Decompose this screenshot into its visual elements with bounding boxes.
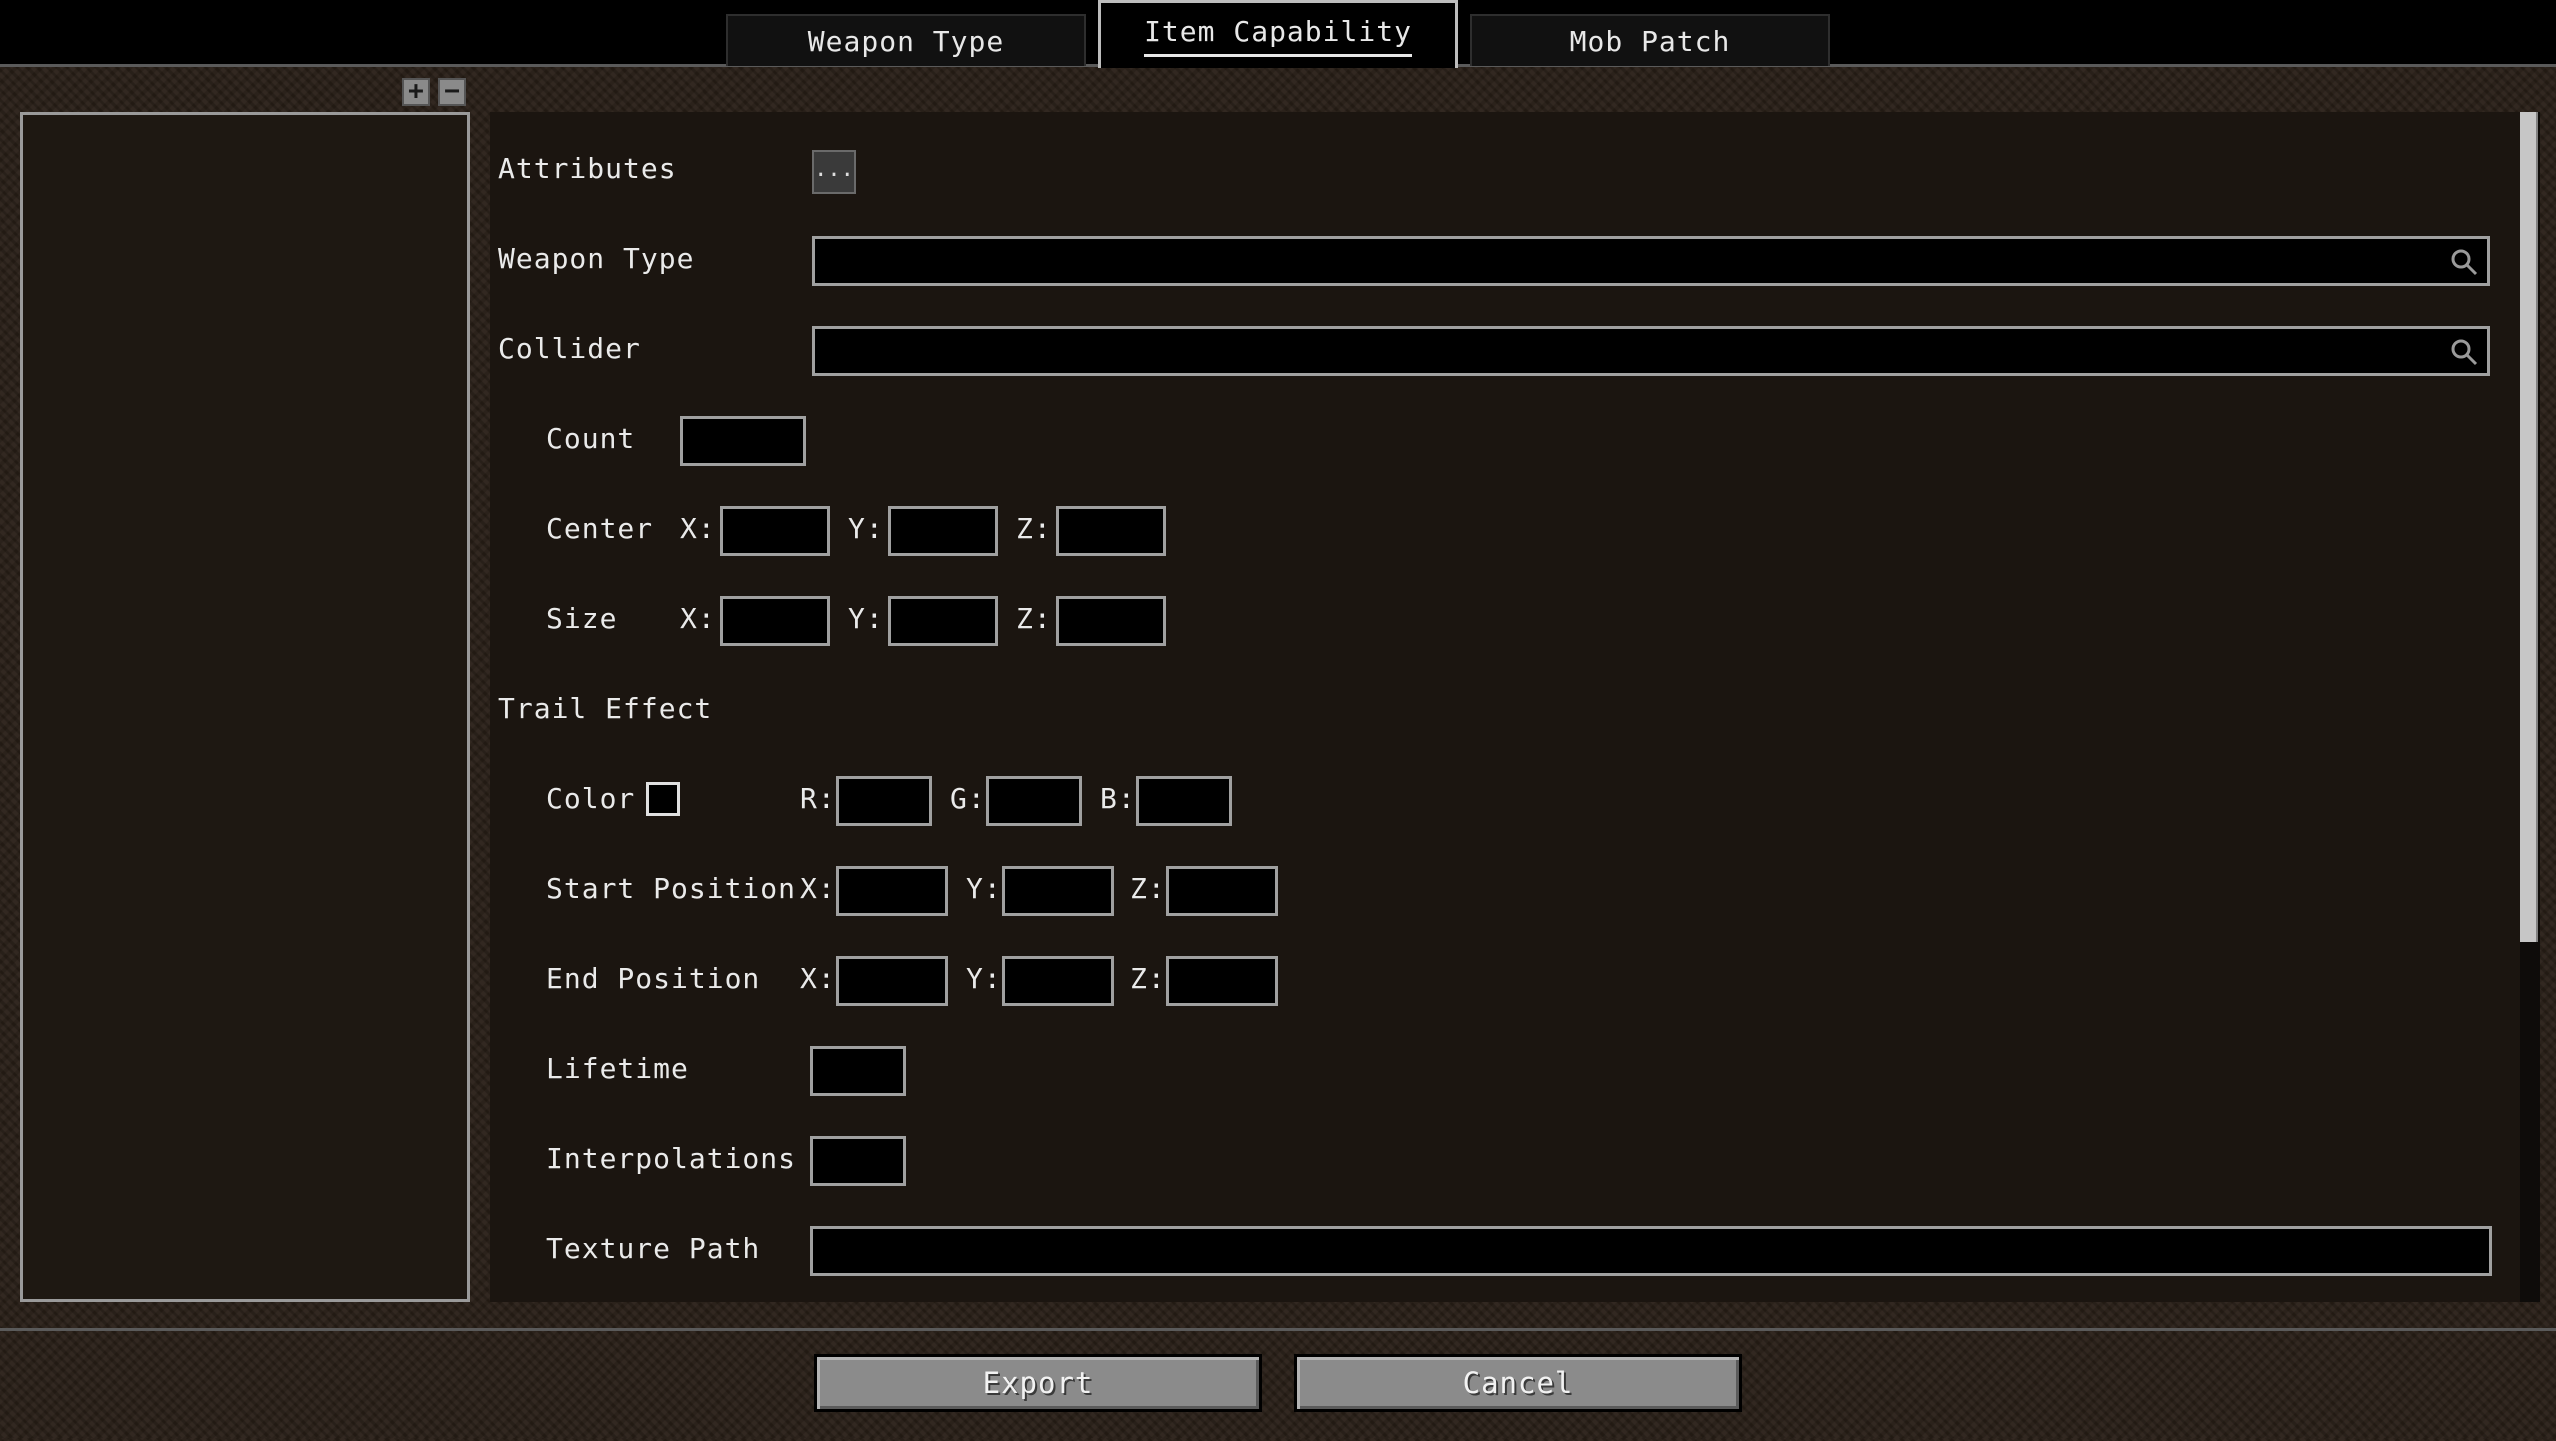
start-position-z-field[interactable] [1166,866,1278,916]
texture-path-label: Texture Path [546,1232,761,1265]
count-label: Count [546,422,636,455]
scrollbar-thumb[interactable] [2520,112,2538,942]
add-button[interactable]: + [402,78,430,106]
tab-label: Mob Patch [1569,24,1731,58]
trail-effect-heading: Trail Effect [498,692,713,725]
end-position-x-field[interactable] [836,956,948,1006]
tab-weapon-type[interactable]: Weapon Type [726,14,1086,66]
collider-label: Collider [498,332,641,365]
color-b-label: B: [1100,782,1136,815]
size-y-label: Y: [848,602,884,635]
interpolations-field[interactable] [810,1136,906,1186]
bottom-bar [0,1328,2556,1441]
center-y-field[interactable] [888,506,998,556]
collider-field[interactable] [812,326,2490,376]
size-y-field[interactable] [888,596,998,646]
export-button[interactable]: Export [814,1354,1262,1412]
tab-label: Weapon Type [807,24,1005,58]
center-z-field[interactable] [1056,506,1166,556]
end-position-z-label: Z: [1130,962,1166,995]
color-label: Color [546,782,636,815]
color-swatch[interactable] [646,782,680,816]
remove-button[interactable]: − [438,78,466,106]
tab-label: Item Capability [1144,15,1412,57]
start-position-z-label: Z: [1130,872,1166,905]
content-panel [490,112,2520,1302]
start-position-x-label: X: [800,872,836,905]
center-x-field[interactable] [720,506,830,556]
size-x-label: X: [680,602,716,635]
start-position-label: Start Position [546,872,797,905]
search-icon[interactable] [2449,337,2479,367]
tab-bar: Weapon Type Item Capability Mob Patch [0,0,2556,68]
weapon-type-field[interactable] [812,236,2490,286]
count-field[interactable] [680,416,806,466]
end-position-z-field[interactable] [1166,956,1278,1006]
center-label: Center [546,512,654,545]
search-icon[interactable] [2449,247,2479,277]
cancel-button[interactable]: Cancel [1294,1354,1742,1412]
color-r-field[interactable] [836,776,932,826]
size-label: Size [546,602,618,635]
end-position-y-field[interactable] [1002,956,1114,1006]
attributes-label: Attributes [498,152,677,185]
start-position-y-field[interactable] [1002,866,1114,916]
center-z-label: Z: [1016,512,1052,545]
texture-path-field[interactable] [810,1226,2492,1276]
end-position-label: End Position [546,962,761,995]
center-x-label: X: [680,512,716,545]
start-position-y-label: Y: [966,872,1002,905]
weapon-type-label: Weapon Type [498,242,695,275]
lifetime-label: Lifetime [546,1052,689,1085]
color-r-label: R: [800,782,836,815]
size-x-field[interactable] [720,596,830,646]
item-list-panel[interactable] [20,112,470,1302]
color-g-field[interactable] [986,776,1082,826]
attributes-edit-button[interactable]: ... [812,150,856,194]
interpolations-label: Interpolations [546,1142,797,1175]
lifetime-field[interactable] [810,1046,906,1096]
end-position-y-label: Y: [966,962,1002,995]
color-g-label: G: [950,782,986,815]
center-y-label: Y: [848,512,884,545]
tab-mob-patch[interactable]: Mob Patch [1470,14,1830,66]
end-position-x-label: X: [800,962,836,995]
size-z-field[interactable] [1056,596,1166,646]
size-z-label: Z: [1016,602,1052,635]
start-position-x-field[interactable] [836,866,948,916]
tab-item-capability[interactable]: Item Capability [1098,0,1458,68]
color-b-field[interactable] [1136,776,1232,826]
